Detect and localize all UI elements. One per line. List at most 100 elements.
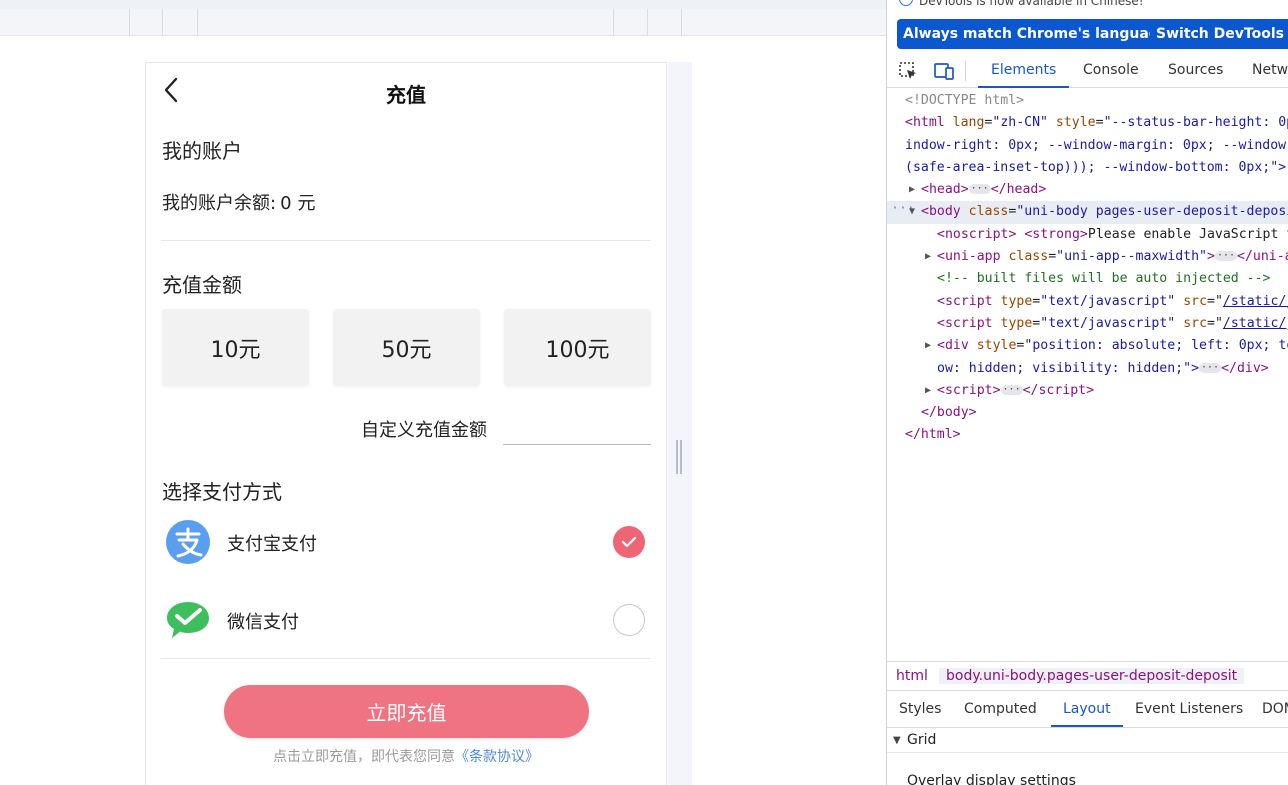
radio-unchecked[interactable]: [613, 604, 645, 636]
div-style-end: ow: hidden; visibility: hidden;">: [937, 360, 1200, 376]
ellipsis-icon[interactable]: ···: [1214, 251, 1238, 262]
styles-pane-tabs: Styles Computed Layout Event Listeners D…: [887, 692, 1288, 728]
device-ruler: [0, 9, 886, 36]
breadcrumb-html[interactable]: html: [896, 668, 928, 684]
tab-elements[interactable]: Elements: [978, 54, 1070, 88]
amount-option-50[interactable]: 50元: [333, 309, 480, 386]
notice-text: DevTools is now available in Chinese!: [919, 0, 1144, 8]
amount-option-10[interactable]: 10元: [162, 309, 309, 386]
collapse-triangle-icon[interactable]: ▼: [909, 201, 915, 223]
dom-tree: <!DOCTYPE html> <html lang="zh-CN" style…: [887, 90, 1288, 447]
dom-line-head[interactable]: ▶ <head> ··· </head>: [887, 179, 1288, 201]
ruler-tick: [129, 9, 130, 36]
dom-line-html-cont: indow-right: 0px; --window-margin: 0px; …: [887, 135, 1288, 157]
payment-section-title: 选择支付方式: [162, 480, 282, 504]
alipay-icon: [166, 520, 210, 564]
script-src-link[interactable]: /static/js/chunk-vendors.js: [1223, 294, 1288, 309]
switch-devtools-language-button[interactable]: Switch DevTools to Chinese: [1150, 19, 1288, 49]
subtab-computed[interactable]: Computed: [964, 692, 1037, 727]
balance-text: 我的账户余额: 0 元: [162, 189, 316, 215]
device-toolbar-icon[interactable]: [933, 60, 955, 82]
page-title: 充值: [386, 83, 426, 107]
expand-triangle-icon[interactable]: ▶: [925, 380, 931, 402]
account-section-title: 我的账户: [162, 139, 242, 163]
html-style-value: "--status-bar-height: 0px; --top-window-…: [1103, 115, 1288, 131]
ellipsis-icon[interactable]: ···: [968, 184, 991, 195]
grid-label: Grid: [907, 732, 937, 748]
expand-triangle-icon[interactable]: ▶: [925, 335, 931, 357]
dom-line-script[interactable]: <script type="text/javascript" src="/sta…: [887, 291, 1288, 313]
balance-unit: 元: [297, 193, 316, 214]
custom-amount-input[interactable]: [503, 408, 651, 445]
inspect-element-icon[interactable]: [897, 60, 919, 82]
tab-console[interactable]: Console: [1083, 54, 1139, 88]
dom-line-body[interactable]: ··· ▼ <body class="uni-body pages-user-d…: [887, 201, 1288, 224]
info-icon: [899, 0, 913, 6]
payment-option-alipay[interactable]: 支付宝支付: [146, 512, 666, 572]
terms-link[interactable]: 《条款协议》: [455, 749, 539, 765]
amount-section-title: 充值金额: [162, 273, 242, 297]
balance-value: 0: [280, 193, 292, 214]
balance-label: 我的账户余额:: [162, 193, 277, 214]
html-style-continued: indow-right: 0px; --window-margin: 0px; …: [905, 137, 1288, 153]
toolbar-separator: [965, 61, 966, 81]
recharge-now-button[interactable]: 立即充值: [224, 685, 589, 738]
script-src-link[interactable]: /static/js/index.js: [1223, 316, 1288, 331]
dom-line-div[interactable]: ▶ <div style="position: absolute; left: …: [887, 335, 1288, 357]
devtools-panel: DevTools is now available in Chinese! Al…: [886, 0, 1288, 785]
divider: [161, 658, 651, 659]
ruler-tick: [162, 9, 163, 36]
grid-section-header[interactable]: ▼ Grid: [887, 729, 1288, 753]
subtab-dom-breakpoints[interactable]: DOM Breakpoints: [1262, 692, 1288, 727]
dom-line-uni-app[interactable]: ▶ <uni-app class="uni-app--maxwidth"> ···…: [887, 246, 1288, 268]
html-style-end: (safe-area-inset-top))); --window-bottom…: [905, 159, 1287, 175]
script-type-value: "text/javascript": [1040, 315, 1176, 331]
subtab-event-listeners[interactable]: Event Listeners: [1135, 692, 1243, 727]
dom-line-div-cont: ow: hidden; visibility: hidden;"> ··· </di…: [937, 360, 1269, 376]
custom-amount-label: 自定义充值金额: [361, 420, 487, 441]
ruler-tick: [647, 9, 648, 36]
body-class-value: "uni-body pages-user-deposit-deposit": [1016, 204, 1288, 220]
ruler-tick: [613, 9, 614, 36]
divider: [161, 240, 651, 241]
subtab-styles[interactable]: Styles: [899, 692, 941, 727]
breadcrumb-body[interactable]: body.uni-body.pages-user-deposit-deposit: [939, 668, 1245, 684]
viewport-resize-handle[interactable]: [676, 440, 682, 474]
dom-line-script[interactable]: <script type="text/javascript" src="/sta…: [887, 313, 1288, 335]
ruler-tick: [681, 9, 682, 36]
uniapp-class-value: "uni-app--maxwidth": [1056, 249, 1207, 265]
browser-toolbar-strip: [0, 0, 886, 9]
breadcrumb: html body.uni-body.pages-user-deposit-de…: [887, 661, 1288, 691]
match-chrome-language-button[interactable]: Always match Chrome's language: [897, 19, 1175, 49]
dom-line-doctype[interactable]: <!DOCTYPE html>: [887, 90, 1288, 112]
nav-bar: 充值: [146, 63, 666, 119]
dom-line-noscript[interactable]: <noscript> <strong>Please enable JavaScr…: [887, 224, 1288, 246]
subtab-layout[interactable]: Layout: [1051, 692, 1123, 727]
browser-viewport: 充值 我的账户 我的账户余额: 0 元 充值金额 10元 50元 100元 自定义充…: [0, 0, 886, 785]
payment-label: 支付宝支付: [227, 534, 317, 555]
script-type-value: "text/javascript": [1040, 293, 1176, 309]
deposit-page: 充值 我的账户 我的账户余额: 0 元 充值金额 10元 50元 100元 自定义充…: [145, 62, 667, 785]
wechat-pay-icon: [167, 602, 209, 638]
agreement-text: 点击立即充值，即代表您同意《条款协议》: [146, 746, 666, 766]
dom-line-html-cont: (safe-area-inset-top))); --window-bottom…: [887, 157, 1288, 179]
dom-line-html[interactable]: <html lang="zh-CN" style="--status-bar-h…: [887, 112, 1288, 134]
overlay-settings-label: Overlay display settings: [907, 773, 1076, 785]
tab-network[interactable]: Network: [1252, 54, 1288, 88]
dom-line-body-close[interactable]: </body>: [887, 402, 1288, 424]
dom-line-html-close[interactable]: </html>: [887, 424, 1288, 446]
payment-option-wechat[interactable]: 微信支付: [146, 590, 666, 650]
collapse-triangle-icon: ▼: [893, 735, 901, 746]
expand-triangle-icon[interactable]: ▶: [925, 246, 931, 268]
payment-label: 微信支付: [227, 612, 299, 633]
amount-option-100[interactable]: 100元: [504, 309, 651, 386]
tab-sources[interactable]: Sources: [1168, 54, 1223, 88]
devtools-tab-bar: Elements Console Sources Network: [887, 54, 1288, 88]
ellipsis-icon[interactable]: ···: [1199, 362, 1222, 373]
radio-checked[interactable]: [613, 526, 645, 558]
ellipsis-icon[interactable]: ···: [1000, 384, 1023, 395]
div-style-value: "position: absolute; left: 0px; top: 0px…: [1024, 338, 1288, 354]
dom-line-comment[interactable]: <!-- built files will be auto injected -…: [887, 268, 1288, 290]
ruler-tick: [197, 9, 198, 36]
dom-line-script-last[interactable]: ▶ <script> ··· </script>: [887, 380, 1288, 402]
